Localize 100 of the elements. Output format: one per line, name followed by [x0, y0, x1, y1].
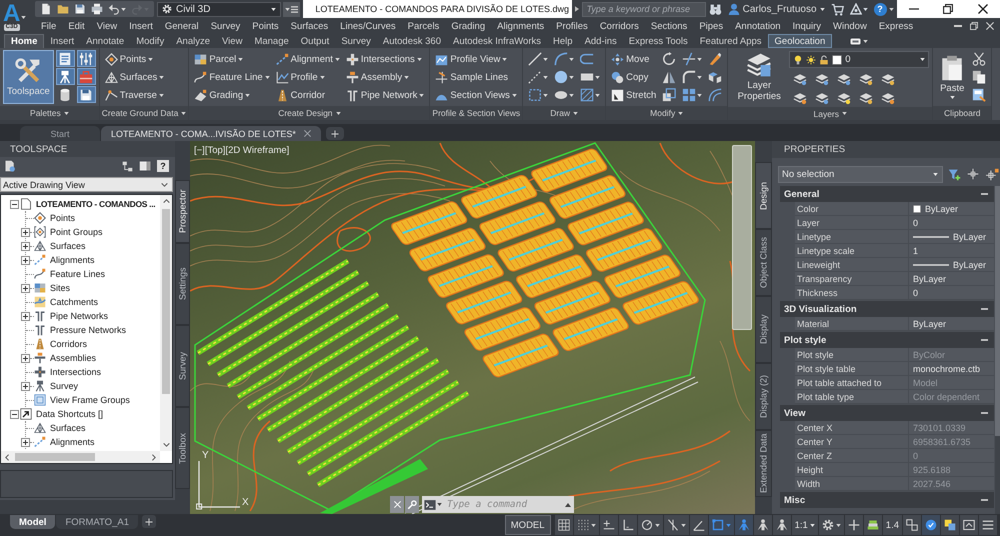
ribbon-button[interactable] [76, 50, 96, 67]
ribbon-button[interactable]: Feature Line [192, 68, 272, 86]
ribbon-button[interactable] [76, 86, 96, 103]
collapse-icon[interactable] [10, 200, 19, 208]
tree-item[interactable]: Surfaces [50, 423, 86, 433]
menu-item[interactable]: Survey [204, 18, 246, 34]
status-toggle[interactable] [638, 515, 663, 535]
workspace-dropdown[interactable]: Civil 3D [157, 2, 282, 16]
minimize-button[interactable] [896, 0, 932, 18]
ribbon-tab[interactable]: Modify [130, 34, 170, 48]
expand-icon[interactable] [21, 242, 30, 250]
status-toggle[interactable] [844, 515, 863, 535]
tree-item[interactable]: Survey [50, 381, 78, 391]
expand-icon[interactable] [21, 256, 30, 264]
panel-title-button[interactable]: Clipboard [933, 106, 992, 120]
ribbon-button[interactable]: Assembly [344, 68, 426, 86]
ribbon-button[interactable] [526, 50, 550, 68]
side-tab[interactable]: Toolbox [175, 407, 190, 489]
ribbon-button[interactable]: Profile [274, 68, 342, 86]
file-tab[interactable]: Start [20, 126, 100, 141]
menu-item[interactable]: Parcels [402, 18, 446, 34]
ribbon-button[interactable]: Grading [192, 86, 272, 104]
panel-title-button[interactable]: Layers [728, 107, 932, 120]
panel-title-button[interactable]: Create Design [189, 106, 430, 120]
side-tab[interactable]: Survey [175, 325, 190, 407]
menu-item[interactable]: Edit [62, 18, 91, 34]
expand-icon[interactable] [21, 284, 30, 292]
status-toggle[interactable] [708, 515, 734, 535]
status-button[interactable]: 1.4 [882, 515, 902, 535]
ribbon-tab[interactable]: Insert [44, 34, 80, 48]
menu-item[interactable]: Sections [644, 18, 694, 34]
toolbar-button[interactable] [4, 159, 16, 173]
status-toggle[interactable] [690, 515, 708, 535]
ribbon-tab[interactable]: Annotate [80, 34, 130, 48]
ribbon-button[interactable] [970, 86, 988, 104]
ribbon-button[interactable]: Section Views [433, 86, 519, 104]
document-restore-button[interactable] [968, 20, 980, 32]
ribbon-tab[interactable]: Output [294, 34, 336, 48]
help-button[interactable]: ? [157, 160, 169, 172]
tree-item[interactable]: Catchments [50, 297, 98, 307]
ribbon-button[interactable]: Parcel [192, 50, 272, 68]
new-layout-button[interactable] [142, 515, 156, 528]
ribbon-button[interactable]: Alignment [274, 50, 342, 68]
toolbar-button[interactable] [73, 2, 87, 16]
panel-title-button[interactable]: Draw [523, 106, 606, 120]
tree-item[interactable]: Alignments [50, 437, 95, 447]
tree-item[interactable]: Assemblies [50, 353, 96, 363]
ribbon-button[interactable]: Traverse [102, 86, 166, 104]
ribbon-button[interactable]: Move [609, 50, 658, 68]
tree-item[interactable]: Point Groups [50, 227, 103, 237]
ribbon-button[interactable]: Sample Lines [433, 68, 519, 86]
tree-item[interactable]: Pressure Networks [50, 325, 126, 335]
file-tab[interactable]: LOTEAMENTO - COMA...IVISÃO DE LOTES* [101, 126, 321, 141]
menu-item[interactable]: Corridors [594, 18, 645, 34]
ribbon-tab[interactable]: Add-ins [578, 34, 623, 48]
tree-item[interactable]: Pipe Networks [50, 311, 108, 321]
toolbar-button[interactable] [90, 2, 104, 16]
toolbar-button[interactable] [122, 159, 133, 173]
ribbon-button[interactable]: Surfaces [102, 68, 166, 86]
status-toggle[interactable] [772, 515, 791, 535]
menu-item[interactable]: Pipes [693, 18, 730, 34]
section-header[interactable]: View [780, 405, 994, 421]
horizontal-scrollbar[interactable] [1, 451, 160, 463]
status-toggle[interactable] [618, 515, 637, 535]
side-tab[interactable]: Display (2) [755, 363, 772, 430]
menu-item[interactable]: Insert [123, 18, 159, 34]
ribbon-tab[interactable]: Autodesk 360 [376, 34, 447, 48]
expand-icon[interactable] [21, 354, 30, 362]
menu-item[interactable]: Annotation [729, 18, 787, 34]
select-objects-button[interactable] [965, 166, 982, 182]
status-button[interactable]: MODEL [504, 515, 551, 535]
ribbon-button[interactable]: Paste [936, 50, 968, 104]
status-toggle[interactable] [818, 515, 844, 535]
ribbon-button[interactable]: Points [102, 50, 166, 68]
side-tab[interactable]: Design [755, 162, 772, 229]
panel-title-button[interactable]: Modify [606, 106, 728, 120]
ribbon-button[interactable] [680, 68, 704, 86]
expand-icon[interactable] [21, 312, 30, 320]
ribbon-button[interactable]: Corridor [274, 86, 342, 104]
pickadd-button[interactable] [984, 166, 1000, 182]
status-toggle[interactable] [600, 515, 618, 535]
menu-item[interactable]: Grading [445, 18, 492, 34]
section-header[interactable]: 3D Visualization [780, 301, 994, 317]
panel-title-button[interactable]: Profile & Section Views [430, 106, 522, 120]
tree-item[interactable]: Surfaces [50, 241, 86, 251]
ribbon-button[interactable] [680, 50, 704, 68]
tree-item[interactable]: View Frame Groups [50, 395, 130, 405]
toolbar-button[interactable] [107, 2, 127, 16]
menu-item[interactable]: File [35, 18, 62, 34]
vertical-scrollbar[interactable] [160, 195, 172, 451]
ribbon-tab[interactable]: View [216, 34, 248, 48]
side-tab[interactable]: Extended Data [755, 430, 772, 497]
close-icon[interactable] [304, 130, 311, 137]
layout-tab[interactable]: FORMATO_A1 [56, 515, 138, 529]
document-close-button[interactable] [984, 20, 996, 32]
ribbon-tab[interactable]: Featured Apps [694, 34, 768, 48]
viewport-menu[interactable]: [2D Wireframe] [225, 145, 290, 156]
tree-item[interactable]: Feature Lines [50, 269, 106, 279]
ribbon-tab[interactable]: Home [4, 34, 44, 48]
tree-item[interactable]: LOTEAMENTO - COMANDOS ... [36, 199, 156, 209]
